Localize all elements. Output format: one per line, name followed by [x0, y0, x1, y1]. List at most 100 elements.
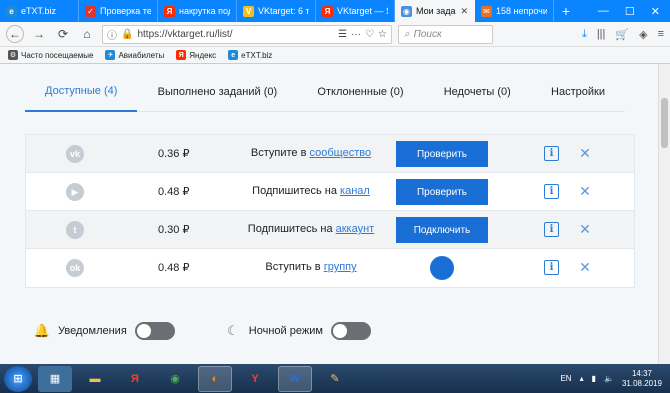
tab-available[interactable]: Доступные (4)	[25, 72, 138, 112]
search-icon: ⌕	[404, 28, 410, 40]
task-text: Подпишитесь на	[247, 223, 336, 235]
home-icon[interactable]: ⌂	[78, 25, 96, 43]
reader-icon[interactable]: ☰	[338, 29, 347, 40]
taskbar-app-firefox[interactable]: ◐	[198, 365, 232, 392]
task-link[interactable]: аккаунт	[336, 223, 375, 235]
info-icon[interactable]: i	[544, 222, 559, 237]
plane-icon: ✈	[105, 50, 116, 60]
url-bar[interactable]: ⓘ 🔒 https://vktarget.ru/list/ ☰ ··· ♡ ☆	[102, 24, 392, 44]
tab-title: Проверка текс	[100, 6, 151, 16]
clock-date: 31.08.2019	[621, 378, 662, 388]
bookmark-item[interactable]: Я Яндекс	[176, 50, 216, 60]
info-icon[interactable]: i	[544, 146, 559, 161]
yandex-icon: Я	[176, 50, 187, 60]
tab-title: VKtarget: 6 тыс	[258, 6, 309, 16]
library-icon[interactable]: |||	[597, 28, 606, 40]
taskbar-app-yandex[interactable]: Я	[118, 366, 152, 392]
new-tab-button[interactable]: +	[554, 0, 578, 22]
language-indicator[interactable]: EN	[560, 374, 571, 383]
odnoklassniki-icon: ok	[66, 259, 84, 277]
task-row: t 0.30 ₽ Подпишитесь на аккаунт Подключить i…	[26, 211, 634, 249]
tab-favicon-icon: Я	[164, 5, 175, 17]
network-icon[interactable]: ▮	[592, 374, 596, 383]
task-action-button[interactable]: Проверить	[396, 179, 488, 205]
back-icon[interactable]: ←	[6, 25, 24, 43]
night-mode-toggle[interactable]	[330, 322, 371, 340]
tab-title: 158 непрочита	[496, 6, 547, 16]
tab-rejected[interactable]: Отклоненные (0)	[297, 72, 423, 112]
tab-favicon-icon: ◉	[401, 5, 412, 17]
twitter-icon: t	[66, 221, 84, 239]
clock[interactable]: 14:37 31.08.2019	[622, 369, 662, 389]
task-description: Подпишитесь на аккаунт	[226, 223, 396, 235]
notifications-setting: 🔔 Уведомления	[34, 322, 175, 340]
tab-favicon-icon: ✉	[481, 5, 492, 17]
tab-defects[interactable]: Недочеты (0)	[424, 72, 531, 112]
scrollbar-thumb[interactable]	[661, 98, 668, 148]
bookmark-star-icon[interactable]: ☆	[378, 29, 387, 40]
close-icon[interactable]: ✕	[577, 183, 593, 199]
browser-tab[interactable]: e eTXT.biz	[0, 0, 79, 22]
maximize-button[interactable]: ☐	[625, 5, 635, 18]
task-link[interactable]: канал	[340, 185, 370, 197]
browser-tab[interactable]: ✉ 158 непрочита	[475, 0, 554, 22]
cart-icon[interactable]: 🛒	[615, 28, 629, 41]
menu-icon[interactable]: ≡	[658, 28, 664, 40]
tab-completed[interactable]: Выполнено заданий (0)	[138, 72, 298, 112]
task-action-button[interactable]: Подключить	[396, 217, 488, 243]
page-scrollbar[interactable]	[658, 64, 670, 364]
bookmark-item[interactable]: e eTXT.biz	[228, 50, 272, 60]
taskbar-app-explorer[interactable]: ▬	[78, 366, 112, 392]
youtube-icon: ▶	[66, 183, 84, 201]
info-icon[interactable]: i	[544, 184, 559, 199]
bookmark-item[interactable]: ⚙ Часто посещаемые	[8, 50, 93, 60]
browser-tab[interactable]: ✓ Проверка текс	[79, 0, 158, 22]
etxt-icon: e	[228, 50, 239, 60]
volume-icon[interactable]: 🔈	[604, 374, 614, 383]
task-link[interactable]: сообщество	[310, 147, 372, 159]
night-mode-setting: ☾ Ночной режим	[225, 322, 371, 340]
tray-arrow-icon[interactable]: ▴	[580, 374, 584, 383]
close-icon[interactable]: ✕	[577, 259, 593, 275]
taskbar-app-chrome[interactable]: ◉	[158, 366, 192, 392]
close-icon[interactable]: ✕	[577, 145, 593, 161]
reload-icon[interactable]: ⟳	[54, 25, 72, 43]
tab-title: VKtarget — Янд	[337, 6, 388, 16]
shield-icon[interactable]: ◈	[639, 28, 647, 41]
notifications-toggle[interactable]	[134, 322, 175, 340]
task-link[interactable]: группу	[324, 261, 357, 273]
info-icon[interactable]: i	[544, 260, 559, 275]
search-placeholder: Поиск	[413, 28, 442, 40]
taskbar-app-yandex-browser[interactable]: Y	[238, 366, 272, 392]
start-button[interactable]: ⊞	[4, 365, 32, 392]
vk-icon: vk	[66, 145, 84, 163]
pocket-icon[interactable]: ♡	[365, 29, 374, 40]
taskbar-app-word[interactable]: W	[278, 365, 312, 392]
download-icon[interactable]: ⤓	[582, 28, 587, 41]
minimize-button[interactable]: —	[598, 5, 609, 17]
browser-tab[interactable]: V VKtarget: 6 тыс	[237, 0, 316, 22]
taskbar-app-paint[interactable]: ✎	[318, 366, 352, 392]
browser-tab[interactable]: Я VKtarget — Янд	[316, 0, 395, 22]
info-icon[interactable]: ⓘ	[107, 27, 117, 42]
task-row: vk 0.36 ₽ Вступите в сообщество Проверить i ✕	[26, 135, 634, 173]
tab-settings[interactable]: Настройки	[531, 72, 625, 112]
task-text: Вступите в	[250, 147, 310, 159]
browser-tab[interactable]: Янакрутка подп	[158, 0, 237, 22]
forward-icon[interactable]: →	[30, 25, 48, 43]
task-text: Подпишитесь на	[252, 185, 341, 197]
more-icon[interactable]: ···	[351, 29, 361, 40]
tab-close-icon[interactable]: ✕	[460, 6, 468, 17]
system-tray: EN ▴ ▮ 🔈 14:37 31.08.2019	[560, 369, 670, 389]
close-window-button[interactable]: ✕	[651, 5, 660, 18]
search-bar[interactable]: ⌕ Поиск	[398, 24, 493, 44]
task-price: 0.48 ₽	[158, 186, 190, 198]
clock-time: 14:37	[631, 368, 652, 378]
browser-tab[interactable]: ◉ Мои задания ✕	[395, 0, 475, 22]
task-action-button[interactable]: Проверить	[396, 141, 488, 167]
close-icon[interactable]: ✕	[577, 221, 593, 237]
url-text[interactable]: https://vktarget.ru/list/	[137, 29, 334, 40]
task-text: Вступить в	[265, 261, 324, 273]
taskbar-app-photos[interactable]: ▦	[38, 365, 72, 392]
bookmark-item[interactable]: ✈ Авиабилеты	[105, 50, 164, 60]
